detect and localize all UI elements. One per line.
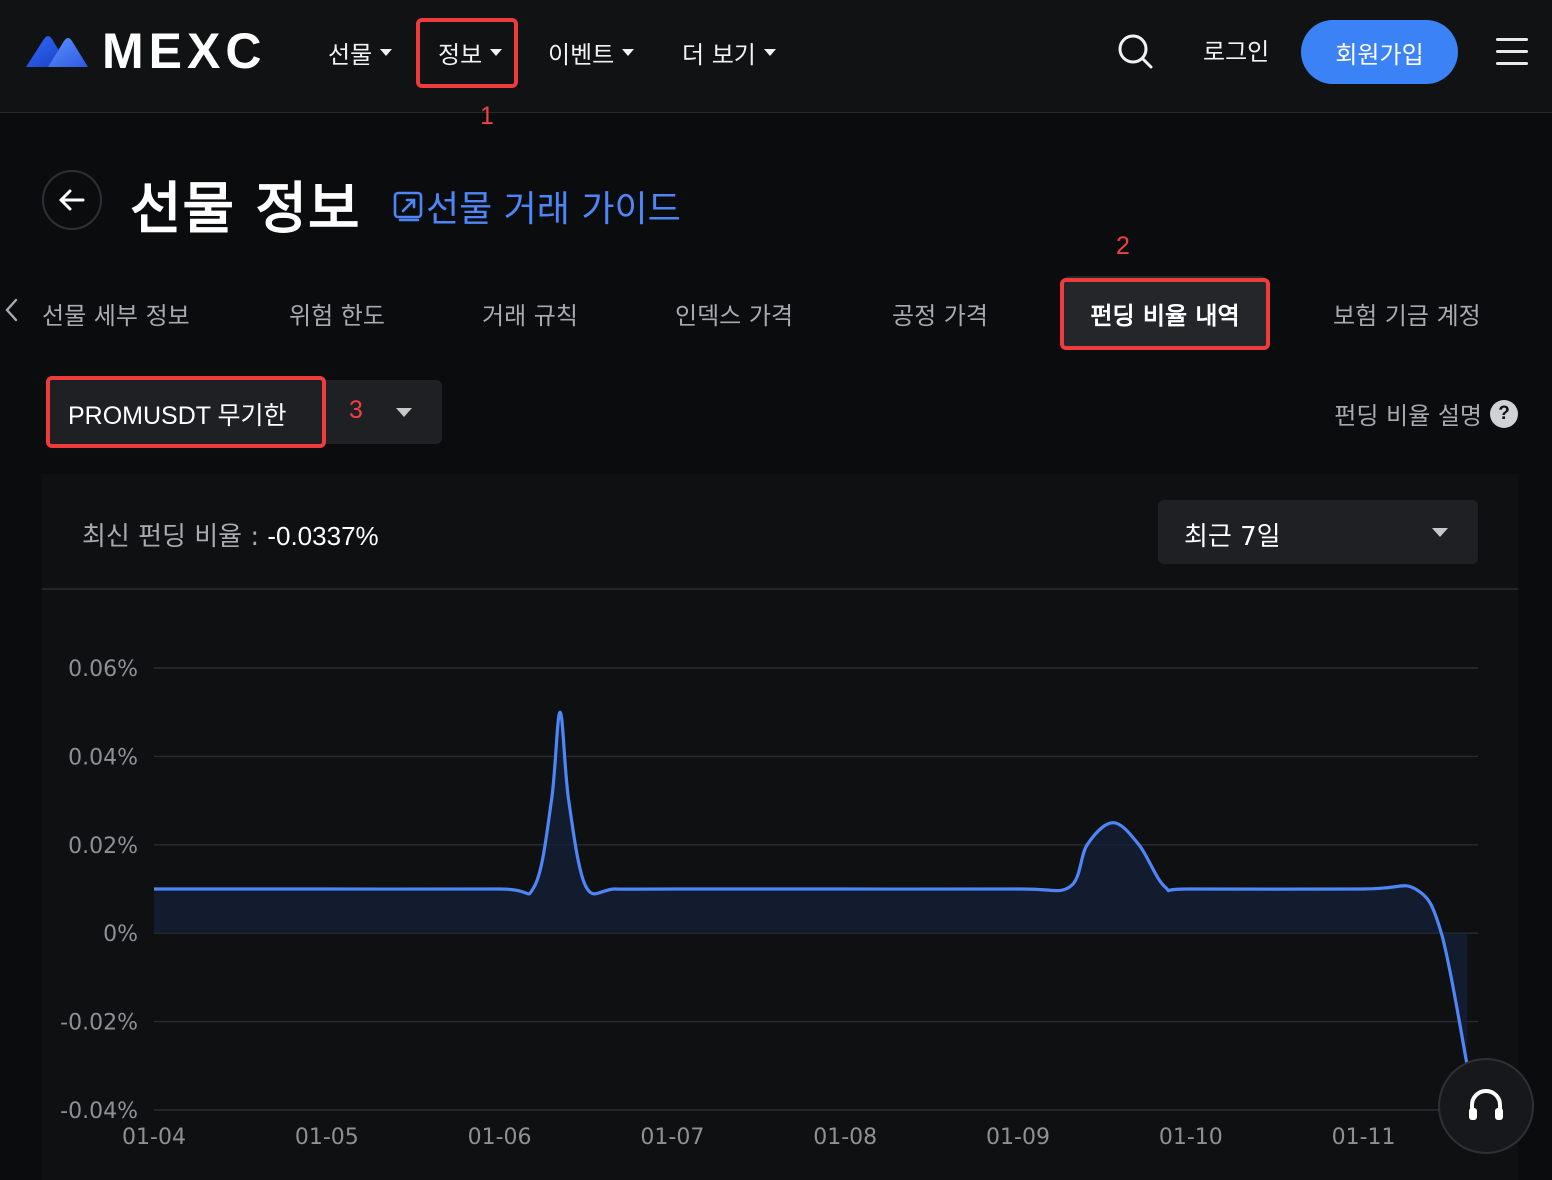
futures-guide-link[interactable]: 선물 거래 가이드 (392, 180, 681, 232)
y-tick-label: 0.04% (68, 745, 138, 770)
arrow-left-icon (59, 189, 85, 211)
y-tick-label: -0.04% (60, 1099, 138, 1124)
annotation-box-2 (1060, 278, 1270, 350)
nav-more-label: 더 보기 (682, 40, 756, 69)
annotation-box-3 (46, 376, 326, 448)
mexc-logo[interactable]: MEXC (24, 23, 267, 79)
x-tick-label: 01-11 (1332, 1125, 1396, 1150)
top-navigation-bar: MEXC 선물 정보 이벤트 더 보기 로그인 회원가입 (0, 0, 1552, 113)
nav-more[interactable]: 더 보기 (682, 30, 776, 74)
signup-button[interactable]: 회원가입 (1301, 20, 1458, 84)
x-tick-label: 01-08 (813, 1125, 877, 1150)
tab-fair-price[interactable]: 공정 가격 (892, 296, 988, 331)
chevron-left-icon (5, 298, 18, 322)
tab-risk-limit[interactable]: 위험 한도 (289, 296, 385, 331)
x-tick-label: 01-09 (986, 1125, 1050, 1150)
x-tick-label: 01-06 (468, 1125, 532, 1150)
headset-icon (1469, 1089, 1503, 1120)
nav-events[interactable]: 이벤트 (548, 30, 635, 74)
chevron-down-icon (763, 48, 776, 56)
annotation-marker-3: 3 (349, 396, 363, 424)
y-tick-label: 0% (103, 922, 138, 947)
page-title: 선물 정보 (130, 177, 361, 242)
x-tick-label: 01-05 (295, 1125, 359, 1150)
guide-icon (393, 191, 423, 222)
menu-icon (1496, 38, 1528, 41)
x-tick-label: 01-04 (122, 1125, 186, 1150)
tab-futures-details[interactable]: 선물 세부 정보 (42, 296, 190, 331)
y-tick-label: 0.02% (68, 834, 138, 859)
login-button[interactable]: 로그인 (1203, 32, 1269, 67)
annotation-marker-2: 2 (1116, 232, 1130, 260)
search-button[interactable] (1114, 30, 1156, 72)
tabs-scroll-left-button[interactable] (2, 296, 22, 324)
customer-support-button[interactable] (1438, 1058, 1534, 1154)
nav-events-label: 이벤트 (548, 40, 615, 69)
search-icon (1118, 34, 1153, 69)
series-line (154, 710, 1469, 1067)
tab-insurance-fund[interactable]: 보험 기금 계정 (1333, 296, 1481, 331)
annotation-box-1 (416, 18, 518, 88)
x-tick-label: 01-07 (640, 1125, 704, 1150)
tab-index-price[interactable]: 인덱스 가격 (675, 296, 793, 331)
x-tick-label: 01-10 (1159, 1125, 1223, 1150)
funding-rate-panel: 최신 펀딩 비율 : -0.0337% 최근 7일 0.06% 0.04% 0.02… (42, 474, 1518, 1180)
chevron-down-icon (396, 408, 412, 417)
chevron-down-icon (622, 48, 635, 56)
chevron-down-icon (380, 48, 393, 56)
nav-futures[interactable]: 선물 (328, 30, 393, 74)
funding-rate-explanation-link[interactable]: 펀딩 비율 설명 ? (1334, 396, 1518, 431)
brand-name: MEXC (102, 23, 267, 79)
annotation-marker-1: 1 (480, 102, 494, 130)
funding-rate-chart: 0.06% 0.04% 0.02% 0% -0.02% -0.04%01-04 01-05 0… (60, 657, 1478, 1150)
back-button[interactable] (42, 170, 102, 230)
nav-futures-label: 선물 (328, 40, 373, 69)
mexc-logo-icon (26, 36, 88, 67)
question-icon: ? (1490, 399, 1518, 428)
y-tick-label: 0.06% (68, 657, 138, 682)
funding-explain-label: 펀딩 비율 설명 (1334, 402, 1482, 430)
guide-link-label: 선물 거래 가이드 (426, 189, 681, 230)
y-tick-label: -0.02% (60, 1011, 138, 1036)
tab-trading-rules[interactable]: 거래 규칙 (482, 296, 578, 331)
hamburger-menu-button[interactable] (1496, 38, 1528, 66)
